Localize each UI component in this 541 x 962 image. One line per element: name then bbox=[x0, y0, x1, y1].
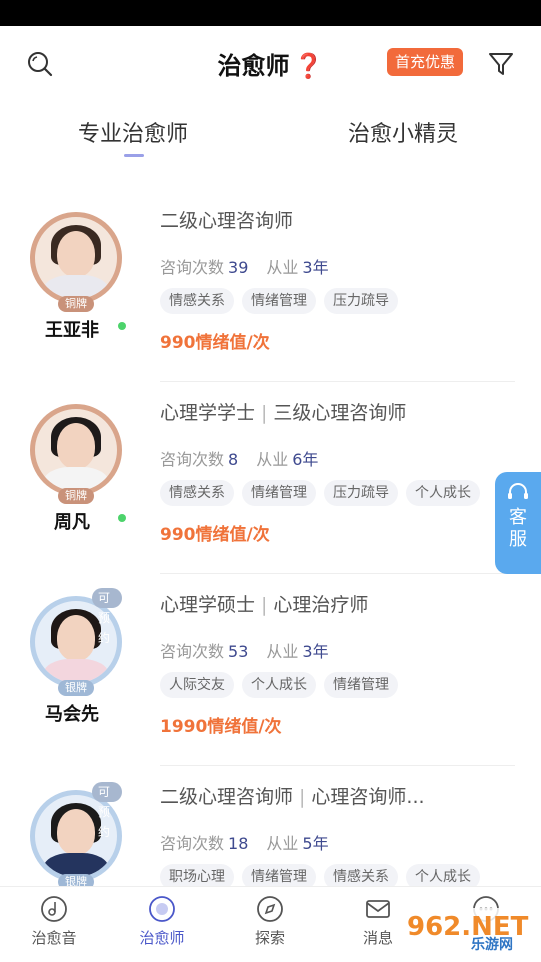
headset-icon bbox=[495, 482, 541, 507]
service-label-line2: 服 bbox=[509, 529, 527, 550]
mail-icon bbox=[366, 900, 390, 918]
explore-icon bbox=[257, 896, 283, 922]
counsellor-title: 二级心理咨询师 | 心理咨询师... bbox=[160, 786, 425, 808]
counsellor-card[interactable]: 铜牌 王亚非 二级心理咨询师 咨询次数 39 从业 3年 情感关系 情绪管理 压力疏导… bbox=[0, 190, 541, 382]
nav-healing-music[interactable]: 治愈音 bbox=[14, 895, 94, 948]
music-note-icon bbox=[41, 896, 67, 922]
tag: 情绪管理 bbox=[324, 672, 398, 698]
counsellor-title: 二级心理咨询师 bbox=[160, 210, 294, 232]
tag-list: 情感关系 情绪管理 压力疏导 bbox=[160, 288, 398, 314]
tag: 情感关系 bbox=[324, 864, 398, 886]
counsellor-title: 心理学学士 | 三级心理咨询师 bbox=[160, 402, 407, 424]
online-status-dot bbox=[118, 514, 126, 522]
top-bar: 治愈师 ❓ 首充优惠 bbox=[0, 26, 541, 98]
counsellor-card[interactable]: 银牌 可预约 马会先 心理学硕士 | 心理治疗师 咨询次数 53 从业 3年 人际交友 个… bbox=[0, 574, 541, 766]
counsellor-card[interactable]: 银牌 可预约 二级心理咨询师 | 心理咨询师... 咨询次数 18 从业 5年 职场心理 … bbox=[0, 766, 541, 886]
tag: 情感关系 bbox=[160, 288, 234, 314]
watermark-logo: 962.NET 乐游网 bbox=[401, 908, 537, 958]
active-tab-indicator bbox=[124, 154, 144, 157]
status-bar bbox=[0, 0, 541, 26]
tag: 个人成长 bbox=[406, 864, 480, 886]
price: 990情绪值/次 bbox=[160, 333, 270, 353]
tab-bar: 专业治愈师 治愈小精灵 bbox=[0, 98, 541, 168]
tag-list: 情感关系 情绪管理 压力疏导 个人成长 bbox=[160, 480, 480, 506]
tag: 情绪管理 bbox=[242, 864, 316, 886]
tag-list: 职场心理 情绪管理 情感关系 个人成长 bbox=[160, 864, 480, 886]
tag: 情绪管理 bbox=[242, 480, 316, 506]
tag: 压力疏导 bbox=[324, 480, 398, 506]
nav-counsellors[interactable]: 治愈师 bbox=[122, 895, 202, 948]
bookable-badge: 可预约 bbox=[92, 588, 122, 645]
tag: 个人成长 bbox=[242, 672, 316, 698]
tag: 人际交友 bbox=[160, 672, 234, 698]
counsellor-name: 周凡 bbox=[54, 512, 90, 533]
avatar[interactable]: 银牌 可预约 bbox=[30, 782, 122, 886]
counsellor-stats: 咨询次数 8 从业 6年 bbox=[160, 450, 319, 469]
filter-icon bbox=[489, 53, 513, 75]
counsellor-name: 王亚非 bbox=[45, 320, 99, 341]
tab-professional-counsellors[interactable]: 专业治愈师 bbox=[78, 116, 188, 148]
counsellor-name: 马会先 bbox=[45, 704, 99, 725]
tab-healing-sprites[interactable]: 治愈小精灵 bbox=[348, 116, 458, 148]
avatar[interactable]: 银牌 可预约 bbox=[30, 588, 122, 696]
medal-badge: 银牌 bbox=[58, 874, 94, 886]
tag: 职场心理 bbox=[160, 864, 234, 886]
tag: 情感关系 bbox=[160, 480, 234, 506]
customer-service-button[interactable]: 客 服 bbox=[495, 472, 541, 574]
bookable-badge: 可预约 bbox=[92, 782, 122, 839]
price: 990情绪值/次 bbox=[160, 525, 270, 545]
tag: 个人成长 bbox=[406, 480, 480, 506]
first-recharge-promo-button[interactable]: 首充优惠 bbox=[386, 48, 463, 76]
medal-badge: 铜牌 bbox=[58, 296, 94, 312]
counsellor-stats: 咨询次数 18 从业 5年 bbox=[160, 834, 329, 853]
avatar[interactable]: 铜牌 bbox=[30, 404, 122, 504]
medal-badge: 铜牌 bbox=[58, 488, 94, 504]
tag-list: 人际交友 个人成长 情绪管理 bbox=[160, 672, 398, 698]
online-status-dot bbox=[118, 322, 126, 330]
tag: 情绪管理 bbox=[242, 288, 316, 314]
counsellor-icon bbox=[149, 896, 175, 922]
service-label-line1: 客 bbox=[509, 507, 527, 528]
price: 1990情绪值/次 bbox=[160, 717, 282, 737]
avatar[interactable]: 铜牌 bbox=[30, 212, 122, 312]
filter-button[interactable] bbox=[483, 46, 519, 82]
help-icon[interactable]: ❓ bbox=[294, 52, 324, 80]
tag: 压力疏导 bbox=[324, 288, 398, 314]
counsellor-stats: 咨询次数 39 从业 3年 bbox=[160, 258, 329, 277]
counsellor-card[interactable]: 铜牌 周凡 心理学学士 | 三级心理咨询师 咨询次数 8 从业 6年 情感关系 情绪管理 … bbox=[0, 382, 541, 574]
nav-explore[interactable]: 探索 bbox=[230, 895, 310, 948]
counsellor-title: 心理学硕士 | 心理治疗师 bbox=[160, 594, 369, 616]
medal-badge: 银牌 bbox=[58, 680, 94, 696]
counsellor-stats: 咨询次数 53 从业 3年 bbox=[160, 642, 329, 661]
